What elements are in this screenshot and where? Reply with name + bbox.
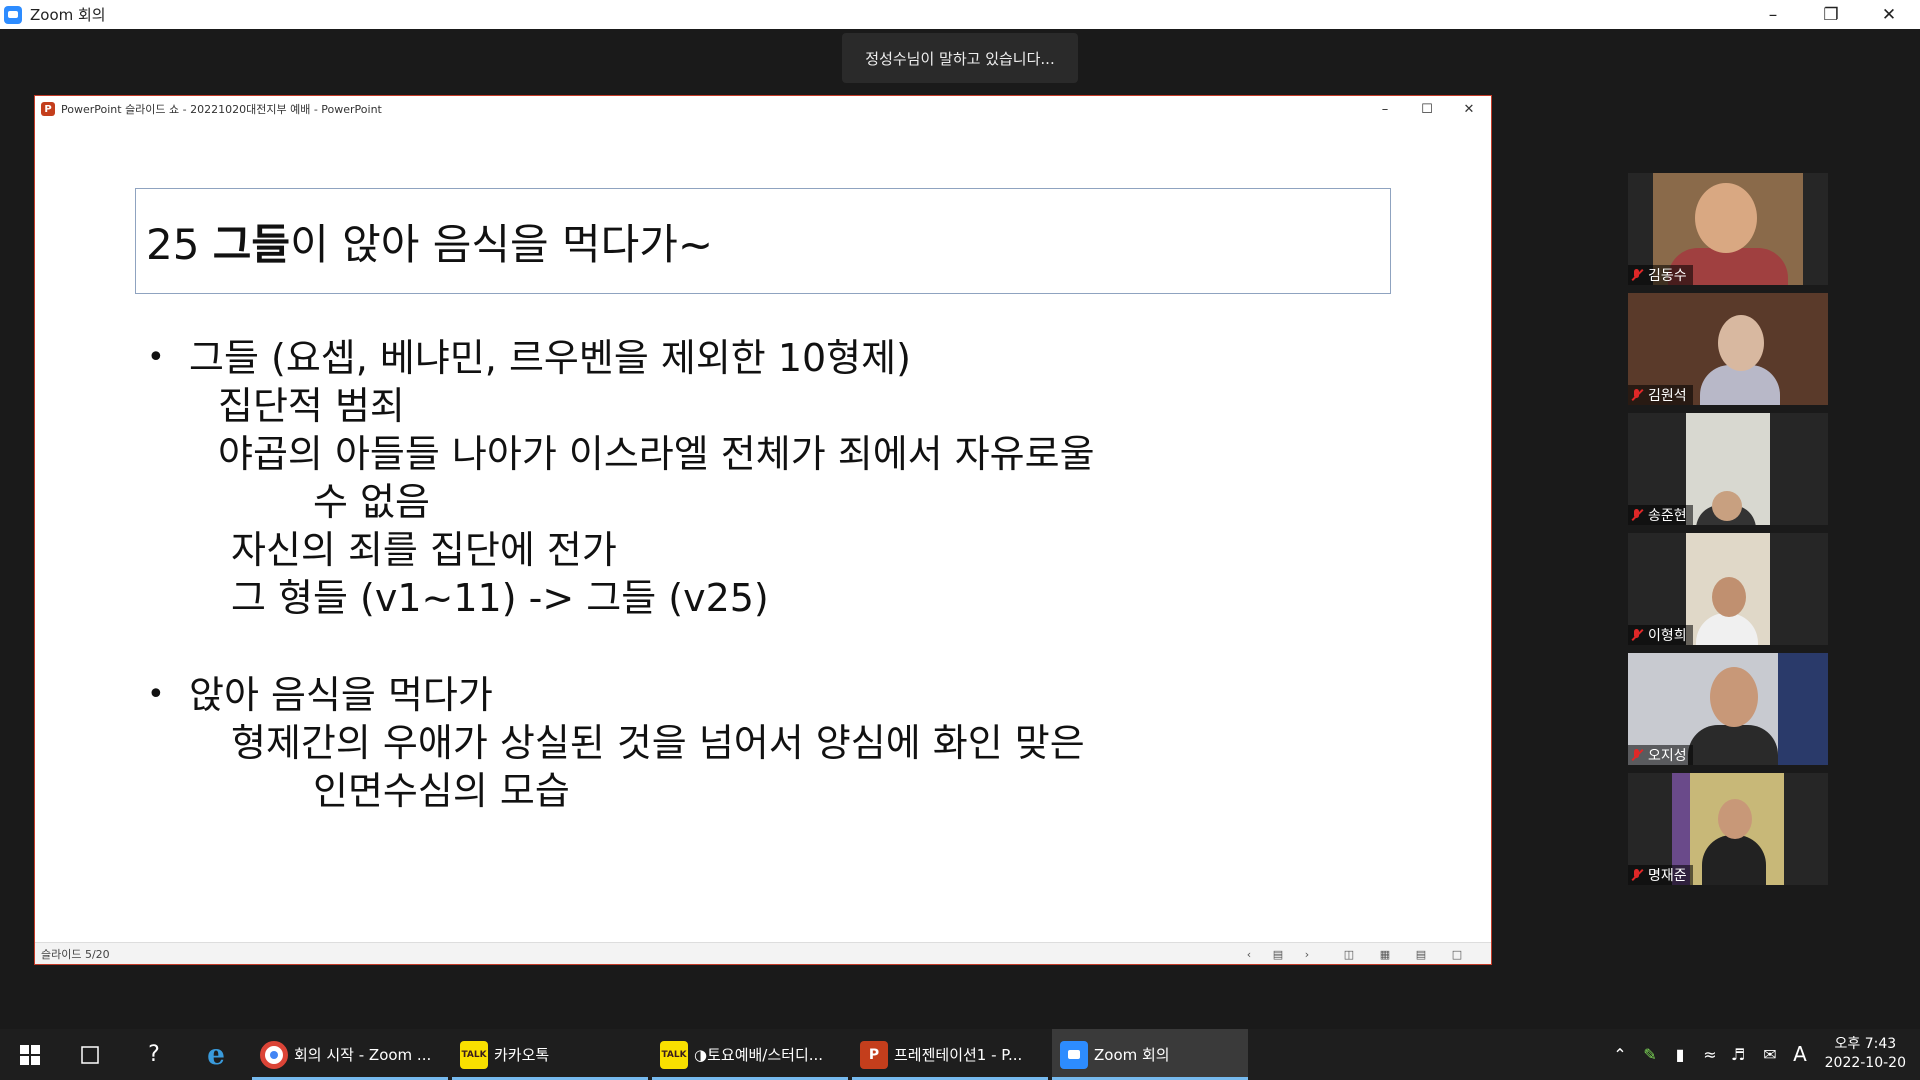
- slide-sorter-icon[interactable]: ▦: [1377, 946, 1393, 962]
- participant-video: [1686, 533, 1770, 645]
- powerpoint-window-title: PowerPoint 슬라이드 쇼 - 20221020대전지부 예배 - Po…: [61, 103, 382, 116]
- participant-name-tag: 명재준: [1628, 865, 1693, 885]
- wifi-icon[interactable]: ≈: [1700, 1044, 1720, 1064]
- slide-canvas[interactable]: 25 그들이 앉아 음식을 먹다가~ • 그들 (요셉, 베냐민, 르우벤을 제…: [35, 122, 1491, 942]
- participant-tile[interactable]: 김원석: [1628, 293, 1828, 405]
- taskbar-app-chrome[interactable]: 회의 시작 - Zoom ...: [252, 1029, 448, 1080]
- ppt-minimize-button[interactable]: –: [1365, 96, 1405, 122]
- zoom-logo-icon: [4, 5, 22, 24]
- participant-name-tag: 오지성: [1628, 745, 1693, 765]
- battery-icon[interactable]: ▮: [1670, 1044, 1690, 1064]
- prev-slide-icon[interactable]: ‹: [1241, 946, 1257, 962]
- help-button[interactable]: ?: [134, 1029, 174, 1080]
- slide-title: 25 그들이 앉아 음식을 먹다가~: [146, 219, 714, 269]
- sub-line: 자신의 죄를 집단에 전가: [231, 528, 617, 572]
- restore-button[interactable]: ❐: [1802, 0, 1860, 29]
- participant-video: [1686, 413, 1770, 525]
- next-slide-icon[interactable]: ›: [1299, 946, 1315, 962]
- participant-tile[interactable]: 오지성: [1628, 653, 1828, 765]
- ppt-close-button[interactable]: ✕: [1449, 96, 1489, 122]
- participant-tile[interactable]: 송준현: [1628, 413, 1828, 525]
- start-button[interactable]: [12, 1029, 48, 1080]
- participant-name-tag: 김동수: [1628, 265, 1693, 285]
- taskbar-app-kakaotalk-chat[interactable]: TALK ◑토요예배/스터디...: [652, 1029, 848, 1080]
- system-clock[interactable]: 오후 7:43 2022-10-20: [1825, 1035, 1906, 1073]
- zoom-titlebar: Zoom 회의 – ❐ ✕: [0, 0, 1920, 29]
- muted-mic-icon: [1630, 388, 1644, 402]
- app-label: Zoom 회의: [1094, 1046, 1170, 1064]
- bullet-dot-icon: •: [147, 677, 165, 712]
- participant-tile[interactable]: 김동수: [1628, 173, 1828, 285]
- ie-button[interactable]: e: [196, 1029, 236, 1080]
- muted-mic-icon: [1630, 268, 1644, 282]
- sub-line: 그 형들 (v1~11) -> 그들 (v25): [231, 576, 769, 620]
- bullet-text: 그들 (요셉, 베냐민, 르우벤을 제외한 10형제): [189, 336, 911, 380]
- sub-line: 인면수심의 모습: [313, 769, 570, 813]
- volume-icon[interactable]: ♬: [1728, 1044, 1748, 1064]
- zoom-window-title: Zoom 회의: [30, 6, 106, 24]
- participant-tile[interactable]: 명재준: [1628, 773, 1828, 885]
- slideshow-view-icon[interactable]: □: [1449, 946, 1465, 962]
- powerpoint-statusbar: 슬라이드 5/20 ‹ ▤ › ◫ ▦ ▤ □: [35, 942, 1491, 964]
- windows-taskbar: ? e 회의 시작 - Zoom ... TALK 카카오톡 TALK ◑토요예…: [0, 1029, 1920, 1080]
- internet-explorer-icon: e: [207, 1038, 225, 1071]
- clock-time: 오후 7:43: [1834, 1036, 1897, 1052]
- notification-icon[interactable]: ✉: [1760, 1044, 1780, 1064]
- muted-mic-icon: [1630, 748, 1644, 762]
- taskbar-app-kakaotalk[interactable]: TALK 카카오톡: [452, 1029, 648, 1080]
- muted-mic-icon: [1630, 868, 1644, 882]
- app-label: ◑토요예배/스터디...: [694, 1046, 824, 1064]
- muted-mic-icon: [1630, 508, 1644, 522]
- kakaotalk-icon: TALK: [660, 1040, 688, 1069]
- task-view-button[interactable]: [70, 1029, 110, 1080]
- kakaotalk-icon: TALK: [460, 1040, 488, 1069]
- task-view-icon: [81, 1045, 99, 1064]
- participant-name-tag: 이형희: [1628, 625, 1693, 645]
- powerpoint-icon: P: [41, 102, 55, 116]
- shared-screen-powerpoint: P PowerPoint 슬라이드 쇼 - 20221020대전지부 예배 - …: [34, 95, 1492, 965]
- sub-line: 수 없음: [313, 480, 430, 524]
- sub-line: 집단적 범죄: [218, 384, 405, 428]
- participant-tile[interactable]: 이형희: [1628, 533, 1828, 645]
- ime-indicator[interactable]: A: [1790, 1042, 1810, 1066]
- slide-menu-icon[interactable]: ▤: [1270, 946, 1286, 962]
- clock-date: 2022-10-20: [1824, 1055, 1906, 1071]
- reading-view-icon[interactable]: ▤: [1413, 946, 1429, 962]
- muted-mic-icon: [1630, 628, 1644, 642]
- powerpoint-icon: P: [860, 1040, 888, 1069]
- slide-title-box: 25 그들이 앉아 음식을 먹다가~: [135, 188, 1391, 294]
- app-label: 프레젠테이션1 - P...: [894, 1046, 1023, 1064]
- bullet-dot-icon: •: [147, 340, 165, 375]
- ppt-maximize-button[interactable]: ☐: [1407, 96, 1447, 122]
- zoom-icon: [1060, 1040, 1088, 1069]
- participant-name-tag: 김원석: [1628, 385, 1693, 405]
- zoom-meeting-area: 정성수님이 말하고 있습니다... P PowerPoint 슬라이드 쇼 - …: [0, 29, 1920, 1029]
- slide-number: 슬라이드 5/20: [41, 947, 110, 961]
- windows-logo-icon: [20, 1044, 40, 1065]
- taskbar-app-powerpoint[interactable]: P 프레젠테이션1 - P...: [852, 1029, 1048, 1080]
- show-hidden-icons-icon[interactable]: ⌃: [1610, 1044, 1630, 1064]
- pen-icon[interactable]: ✎: [1640, 1044, 1660, 1064]
- help-icon: ?: [148, 1042, 160, 1067]
- bullet-text: 앉아 음식을 먹다가: [189, 673, 493, 717]
- participant-name-tag: 송준현: [1628, 505, 1693, 525]
- normal-view-icon[interactable]: ◫: [1341, 946, 1357, 962]
- app-label: 카카오톡: [494, 1046, 550, 1064]
- minimize-button[interactable]: –: [1744, 0, 1802, 29]
- powerpoint-titlebar: P PowerPoint 슬라이드 쇼 - 20221020대전지부 예배 - …: [35, 96, 1491, 122]
- chrome-icon: [260, 1040, 288, 1069]
- close-button[interactable]: ✕: [1860, 0, 1918, 29]
- sub-line: 야곱의 아들들 나아가 이스라엘 전체가 죄에서 자유로울: [218, 432, 1095, 476]
- taskbar-app-zoom[interactable]: Zoom 회의: [1052, 1029, 1248, 1080]
- sub-line: 형제간의 우애가 상실된 것을 넘어서 양심에 화인 맞은: [231, 721, 1085, 765]
- app-label: 회의 시작 - Zoom ...: [294, 1046, 432, 1064]
- speaking-indicator: 정성수님이 말하고 있습니다...: [842, 33, 1078, 83]
